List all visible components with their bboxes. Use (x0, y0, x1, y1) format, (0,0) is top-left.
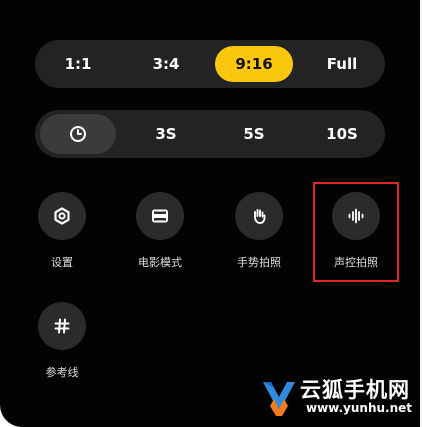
settings-label: 设置 (51, 256, 73, 269)
gesture-shot-label: 手势拍照 (237, 256, 281, 269)
movie-mode-tool[interactable]: 电影模式 (115, 192, 205, 270)
grid-icon (54, 318, 70, 334)
aspect-ratio-selector: 1:1 3:4 9:16 Full (35, 40, 385, 88)
ratio-option-3-4[interactable]: 3:4 (123, 40, 209, 88)
settings-button[interactable] (38, 192, 86, 240)
settings-tool[interactable]: 设置 (17, 192, 107, 270)
grid-lines-label: 参考线 (45, 366, 79, 379)
watermark-site-name: 云狐手机网 (300, 378, 410, 402)
movie-mode-button[interactable] (136, 192, 184, 240)
gear-icon (54, 207, 70, 225)
camera-settings-panel: 1:1 3:4 9:16 Full 3S 5S 10S 设置 电影模式 手势拍照… (0, 0, 420, 427)
hand-icon (254, 209, 266, 224)
timer-option-3s[interactable]: 3S (123, 110, 209, 158)
gesture-shot-button[interactable] (235, 192, 283, 240)
timer-option-5s[interactable]: 5S (211, 110, 297, 158)
timer-off-option[interactable] (40, 114, 116, 154)
timer-selector: 3S 5S 10S (35, 110, 385, 158)
grid-lines-tool[interactable]: 参考线 (17, 302, 107, 380)
ratio-option-1-1[interactable]: 1:1 (35, 40, 121, 88)
movie-mode-label: 电影模式 (138, 256, 182, 269)
grid-lines-button[interactable] (38, 302, 86, 350)
fox-logo-icon (263, 382, 295, 416)
ratio-option-9-16[interactable]: 9:16 (215, 46, 293, 82)
watermark: 云狐手机网 www.yunhu.net (260, 372, 420, 422)
highlight-annotation-box (313, 182, 399, 282)
timer-option-10s[interactable]: 10S (299, 110, 385, 158)
clock-icon (70, 126, 86, 142)
widescreen-icon (152, 209, 168, 223)
gesture-shot-tool[interactable]: 手势拍照 (214, 192, 304, 270)
watermark-url: www.yunhu.net (306, 401, 413, 415)
ratio-option-full[interactable]: Full (299, 40, 385, 88)
